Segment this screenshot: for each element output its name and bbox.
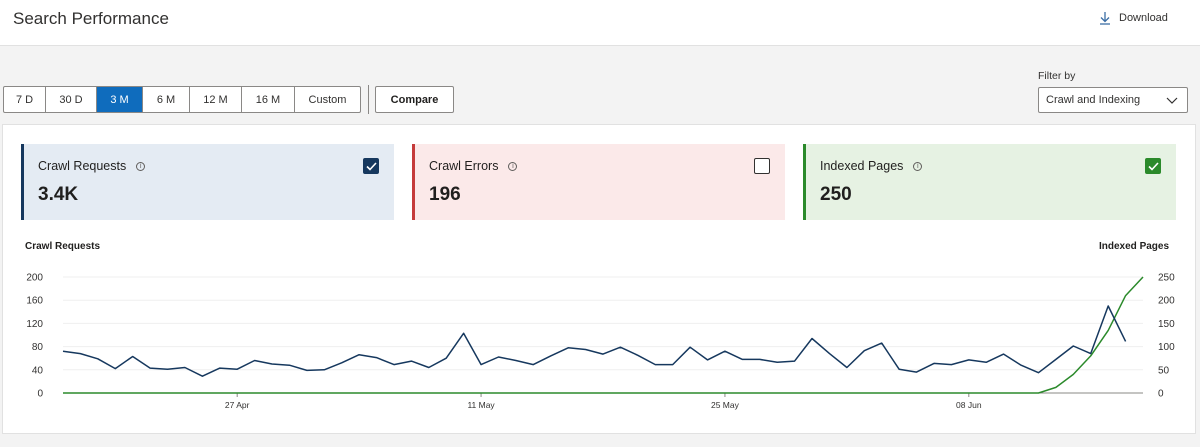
page-header: Search Performance Download <box>0 0 1200 46</box>
right-tick-label: 250 <box>1158 273 1175 284</box>
crawl-requests-checkbox[interactable] <box>363 158 379 174</box>
series-line-crawl-requests <box>62 305 1127 377</box>
range-30d-button[interactable]: 30 D <box>46 87 97 112</box>
left-tick-label: 120 <box>26 319 43 330</box>
right-tick-label: 150 <box>1158 319 1175 330</box>
info-icon[interactable]: i <box>913 161 923 171</box>
range-3m-button[interactable]: 3 M <box>97 87 143 112</box>
checkmark-icon <box>365 161 377 171</box>
compare-button[interactable]: Compare <box>375 86 454 113</box>
right-tick-label: 50 <box>1158 365 1170 376</box>
card-title-row: Crawl Requests i <box>38 159 146 173</box>
right-tick-label: 100 <box>1158 342 1175 353</box>
info-icon[interactable]: i <box>508 161 518 171</box>
card-crawl-errors[interactable]: Crawl Errors i 196 <box>412 144 785 220</box>
crawl-errors-checkbox[interactable] <box>754 158 770 174</box>
card-indexed-pages[interactable]: Indexed Pages i 250 <box>803 144 1176 220</box>
left-tick-label: 0 <box>37 389 43 400</box>
x-tick-label: 08 Jun <box>956 400 982 410</box>
card-title-row: Crawl Errors i <box>429 159 518 173</box>
card-title: Crawl Errors <box>429 159 499 173</box>
filter-dropdown[interactable]: Crawl and Indexing <box>1038 87 1188 113</box>
left-tick-label: 200 <box>26 273 43 284</box>
download-icon <box>1100 12 1110 25</box>
time-range-selector: 7 D 30 D 3 M 6 M 12 M 16 M Custom <box>3 86 361 113</box>
card-title: Crawl Requests <box>38 159 127 173</box>
left-tick-label: 160 <box>26 296 43 307</box>
card-crawl-requests[interactable]: Crawl Requests i 3.4K <box>21 144 394 220</box>
toolbar-divider <box>368 85 369 114</box>
download-label: Download <box>1119 12 1168 24</box>
series-line-indexed-pages <box>63 276 1144 394</box>
range-16m-button[interactable]: 16 M <box>242 87 295 112</box>
crawl-chart: 0 40 80 120 160 200 0 50 100 150 200 250 27 Apr 11 Ma… <box>26 273 1175 411</box>
download-button[interactable]: Download <box>1099 11 1168 25</box>
card-value: 196 <box>429 184 461 205</box>
card-title-row: Indexed Pages i <box>820 159 923 173</box>
right-axis-title: Indexed Pages <box>1099 241 1170 252</box>
card-value: 3.4K <box>38 184 79 205</box>
x-tick-label: 27 Apr <box>225 400 250 410</box>
chevron-down-icon <box>1166 97 1178 104</box>
indexed-pages-checkbox[interactable] <box>1145 158 1161 174</box>
left-tick-label: 40 <box>32 365 44 376</box>
filter-label: Filter by <box>1038 70 1076 82</box>
range-custom-button[interactable]: Custom <box>295 87 360 112</box>
right-tick-label: 200 <box>1158 296 1175 307</box>
x-tick-label: 11 May <box>467 400 495 410</box>
right-tick-label: 0 <box>1158 389 1164 400</box>
metrics-panel: Crawl Requests i 3.4K Crawl Errors i 196… <box>2 124 1196 434</box>
card-title: Indexed Pages <box>820 159 904 173</box>
info-icon[interactable]: i <box>136 161 146 171</box>
page-title: Search Performance <box>13 9 169 28</box>
card-value: 250 <box>820 184 852 205</box>
range-7d-button[interactable]: 7 D <box>4 87 46 112</box>
range-6m-button[interactable]: 6 M <box>143 87 190 112</box>
range-12m-button[interactable]: 12 M <box>190 87 242 112</box>
checkmark-icon <box>1147 161 1159 171</box>
left-tick-label: 80 <box>32 342 44 353</box>
x-tick-label: 25 May <box>711 400 740 410</box>
filter-selected-value: Crawl and Indexing <box>1046 94 1141 106</box>
left-axis-title: Crawl Requests <box>25 241 101 252</box>
